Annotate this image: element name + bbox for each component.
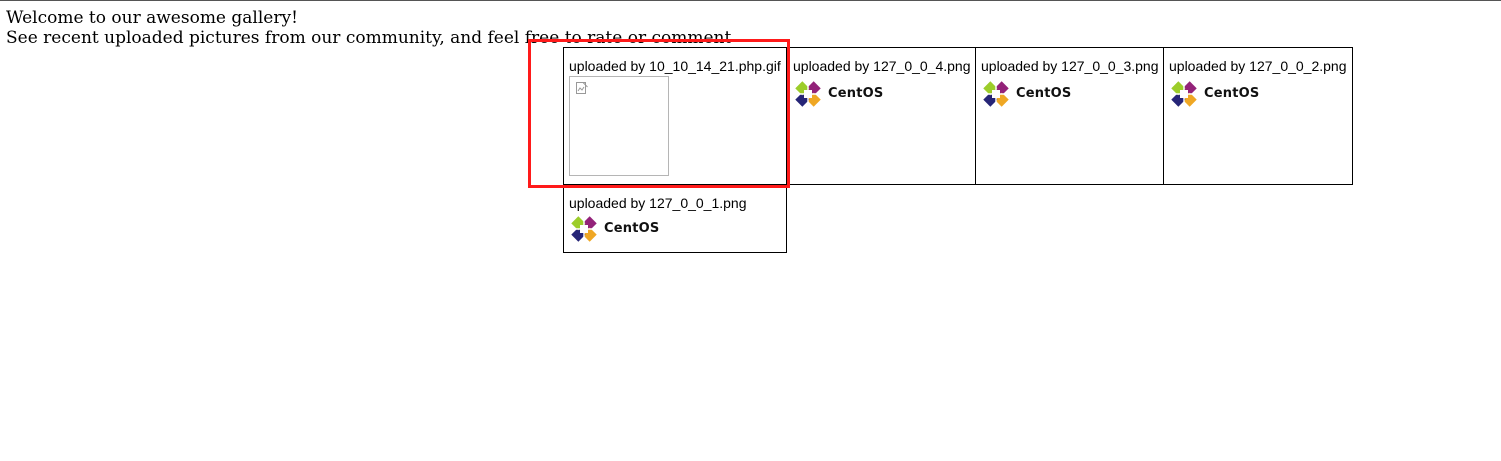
logo-text: CentOS	[604, 221, 660, 236]
logo-text: CentOS	[1204, 86, 1260, 101]
gallery-item: uploaded by 10_10_14_21.php.gif	[563, 47, 787, 185]
upload-caption: uploaded by 10_10_14_21.php.gif	[569, 58, 781, 74]
uploaded-image[interactable]	[569, 76, 669, 176]
uploaded-image[interactable]: CentOS	[794, 80, 975, 108]
upload-caption: uploaded by 127_0_0_1.png	[569, 195, 747, 211]
intro-text: Welcome to our awesome gallery! See rece…	[6, 8, 731, 48]
logo-text: CentOS	[828, 86, 884, 101]
centos-logo-icon	[1171, 81, 1197, 107]
uploaded-image[interactable]: CentOS	[570, 215, 786, 243]
gallery-item: uploaded by 127_0_0_4.png CentOS	[786, 47, 976, 185]
top-divider	[0, 0, 1501, 1]
centos-logo-icon	[795, 81, 821, 107]
gallery-description: See recent uploaded pictures from our co…	[6, 28, 732, 48]
upload-caption: uploaded by 127_0_0_4.png	[793, 58, 971, 74]
gallery-item: uploaded by 127_0_0_3.png CentOS	[975, 47, 1164, 185]
upload-caption: uploaded by 127_0_0_3.png	[981, 58, 1159, 74]
upload-caption: uploaded by 127_0_0_2.png	[1169, 58, 1347, 74]
broken-image-icon	[576, 82, 588, 94]
welcome-heading: Welcome to our awesome gallery!	[6, 8, 298, 28]
logo-text: CentOS	[1016, 86, 1072, 101]
gallery-item: uploaded by 127_0_0_2.png CentOS	[1163, 47, 1353, 185]
gallery-item: uploaded by 127_0_0_1.png CentOS	[563, 184, 787, 253]
uploaded-image[interactable]: CentOS	[982, 80, 1163, 108]
centos-logo-icon	[983, 81, 1009, 107]
uploaded-image[interactable]: CentOS	[1170, 80, 1352, 108]
centos-logo-icon	[571, 216, 597, 242]
